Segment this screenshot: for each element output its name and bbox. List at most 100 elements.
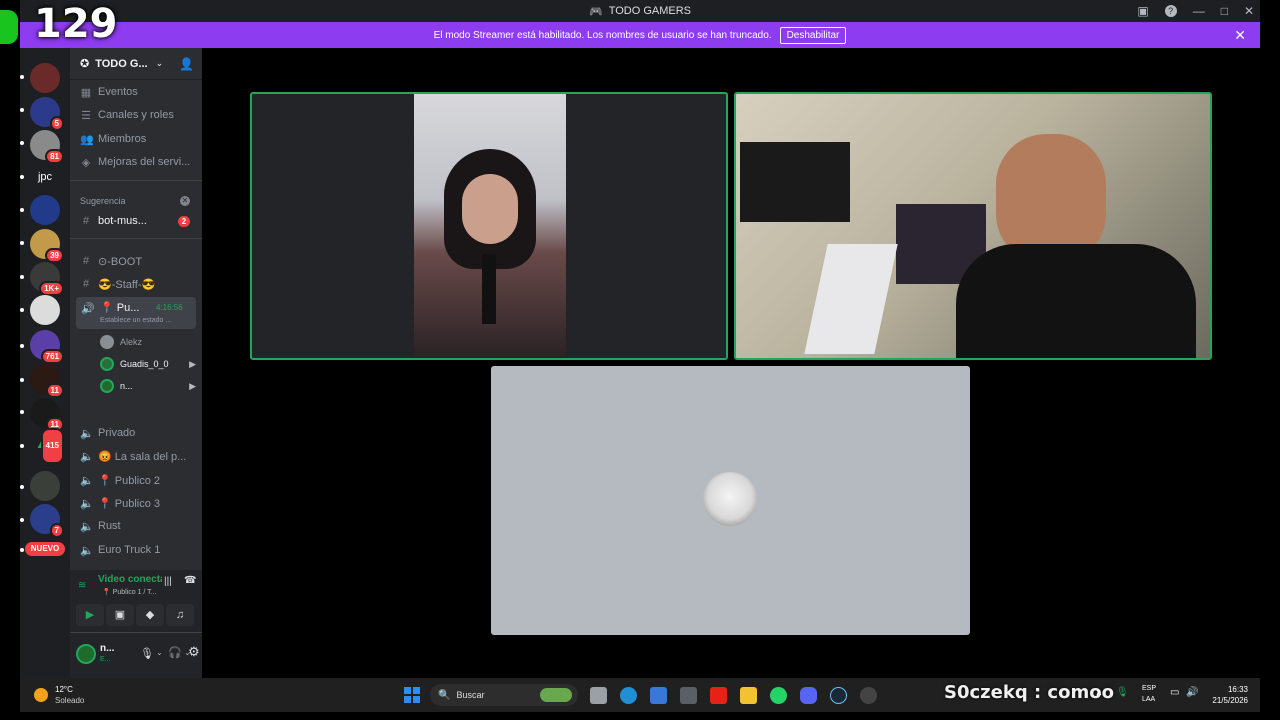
headphones-icon[interactable]: 🎧 bbox=[168, 646, 182, 659]
youtube-icon[interactable] bbox=[710, 687, 727, 704]
camera-icon: ▶ bbox=[189, 358, 196, 369]
signal-icon[interactable]: ≋ bbox=[78, 580, 86, 591]
channel-publico-2[interactable]: 🔈 📍 Publico 2 bbox=[80, 470, 198, 490]
server-icon[interactable]: 761 bbox=[30, 330, 64, 364]
steam-icon[interactable] bbox=[830, 687, 847, 704]
activities-button[interactable]: ◆ bbox=[136, 604, 164, 626]
channel-privado[interactable]: 🔈 Privado bbox=[80, 423, 198, 443]
calendar-icon: ▦ bbox=[80, 86, 92, 99]
mic-tray-icon[interactable]: 🎙 bbox=[1116, 687, 1129, 698]
video-grid bbox=[202, 48, 1260, 678]
menu-label: Canales y roles bbox=[98, 109, 174, 121]
hash-icon: # bbox=[82, 278, 90, 290]
language-top[interactable]: ESP bbox=[1142, 685, 1156, 692]
divider bbox=[70, 632, 202, 633]
server-icon[interactable] bbox=[30, 195, 60, 225]
close-banner-icon[interactable]: ✕ bbox=[1234, 27, 1246, 44]
invite-icon[interactable]: 👤 bbox=[179, 57, 194, 71]
app-icon[interactable] bbox=[860, 687, 877, 704]
channel-sala[interactable]: 🔈 😡 La sala del p... bbox=[80, 446, 198, 466]
store-icon[interactable] bbox=[650, 687, 667, 704]
voice-channel-path: 📍 Publico 1 / T... bbox=[102, 589, 157, 596]
chevron-up-icon[interactable]: ˄ bbox=[1096, 688, 1102, 699]
mic-icon[interactable]: 🎙 bbox=[140, 647, 154, 660]
server-icon[interactable]: ▲◆415 bbox=[30, 428, 64, 464]
camera-button[interactable]: ▶ bbox=[76, 604, 104, 626]
maximize-icon[interactable]: □ bbox=[1221, 4, 1228, 18]
folder-icon[interactable] bbox=[740, 687, 757, 704]
server-text-icon[interactable]: jpc bbox=[30, 162, 60, 192]
voice-member[interactable]: n... ▶ bbox=[100, 376, 196, 396]
video-tile-avatar[interactable] bbox=[491, 366, 970, 635]
menu-members[interactable]: 👥 Miembros bbox=[80, 129, 198, 149]
edge-icon[interactable] bbox=[620, 687, 637, 704]
server-header[interactable]: ✪ TODO G... ⌄ 👤 bbox=[70, 48, 202, 80]
screen-share-icon[interactable]: ▣ bbox=[1137, 4, 1148, 18]
avatar[interactable] bbox=[76, 644, 96, 664]
dismiss-suggestion-icon[interactable]: ✕ bbox=[180, 196, 190, 206]
channel-label: Rust bbox=[98, 520, 121, 532]
server-icon[interactable] bbox=[30, 295, 60, 325]
taskbar-search[interactable]: 🔍 Buscar bbox=[430, 684, 578, 706]
unread-pip bbox=[20, 208, 24, 212]
speaker-icon: 🔈 bbox=[80, 450, 94, 463]
whatsapp-icon[interactable] bbox=[770, 687, 787, 704]
member-name: Guadis_0_0 bbox=[120, 359, 169, 369]
speaker-icon: 🔈 bbox=[80, 427, 94, 440]
media-icon[interactable] bbox=[680, 687, 697, 704]
channel-staff[interactable]: # 😎-Staff-😎 bbox=[80, 274, 198, 294]
windows-start-icon[interactable] bbox=[404, 687, 420, 703]
server-icon[interactable]: 7 bbox=[30, 504, 64, 538]
help-icon[interactable]: ? bbox=[1164, 5, 1177, 17]
channel-euro-truck[interactable]: 🔈 Euro Truck 1 bbox=[80, 540, 198, 560]
voice-member[interactable]: Guadis_0_0 ▶ bbox=[100, 354, 196, 374]
menu-label: Miembros bbox=[98, 133, 147, 145]
network-icon[interactable]: ▭ bbox=[1170, 687, 1179, 698]
menu-events[interactable]: ▦ Eventos bbox=[80, 82, 198, 102]
close-window-icon[interactable]: ✕ bbox=[1244, 4, 1254, 18]
menu-channels-roles[interactable]: ☰ Canales y roles bbox=[80, 105, 198, 125]
video-tile-speaking[interactable] bbox=[734, 92, 1212, 360]
unread-pip bbox=[20, 275, 24, 279]
server-icon[interactable] bbox=[30, 471, 60, 501]
disable-button[interactable]: Deshabilitar bbox=[779, 26, 847, 44]
right-edge bbox=[1260, 0, 1280, 720]
new-badge[interactable]: NUEVO bbox=[25, 542, 65, 556]
server-icon[interactable]: 39 bbox=[30, 229, 64, 263]
video-tile-speaking[interactable] bbox=[250, 92, 728, 360]
server-icon[interactable]: 1K+ bbox=[30, 262, 64, 296]
chat-overlay-text: S0czekq : comoo bbox=[944, 682, 1114, 703]
server-icon[interactable]: 11 bbox=[30, 364, 64, 398]
language-bottom[interactable]: LAA bbox=[1142, 696, 1155, 703]
mention-badge: 7 bbox=[49, 523, 64, 538]
user-name: n... bbox=[100, 643, 115, 654]
server-icon[interactable]: 11 bbox=[30, 398, 64, 432]
discord-icon[interactable] bbox=[800, 687, 817, 704]
chevron-down-icon[interactable]: ⌄ bbox=[156, 648, 163, 657]
soundboard-button[interactable]: ♫ bbox=[166, 604, 194, 626]
channel-rust[interactable]: 🔈 Rust bbox=[80, 516, 198, 536]
noise-suppression-icon[interactable]: ||| bbox=[164, 576, 172, 587]
channel-label: bot-mus... bbox=[98, 215, 147, 227]
task-view-icon[interactable] bbox=[590, 687, 607, 704]
green-marker bbox=[0, 10, 18, 44]
channel-publico-3[interactable]: 🔈 📍 Publico 3 bbox=[80, 493, 198, 513]
unread-pip bbox=[20, 344, 24, 348]
gear-icon[interactable]: ⚙ bbox=[188, 644, 200, 660]
server-icon[interactable]: 5 bbox=[30, 97, 64, 131]
channel-boot[interactable]: # ⊙-BOOT bbox=[80, 251, 198, 271]
volume-icon[interactable]: 🔊 bbox=[1186, 687, 1198, 698]
server-icon[interactable] bbox=[30, 63, 60, 93]
member-name: Alekz bbox=[120, 337, 143, 347]
menu-boosts[interactable]: ◈ Mejoras del servi... bbox=[80, 152, 198, 172]
streamer-mode-banner: El modo Streamer está habilitado. Los no… bbox=[20, 22, 1260, 48]
person-face bbox=[462, 174, 518, 244]
active-voice-channel[interactable]: 🔊 📍 Pu... 4:16:56 Establece un estado ..… bbox=[76, 297, 196, 329]
voice-member[interactable]: Alekz bbox=[100, 332, 196, 352]
clock-time[interactable]: 16:33 bbox=[1216, 685, 1248, 694]
minimize-icon[interactable]: — bbox=[1193, 4, 1205, 18]
server-icon[interactable]: 81 bbox=[30, 130, 64, 164]
disconnect-icon[interactable]: ☎ bbox=[184, 575, 196, 586]
screen-share-button[interactable]: ▣ bbox=[106, 604, 134, 626]
clock-date[interactable]: 21/5/2026 bbox=[1206, 696, 1248, 705]
